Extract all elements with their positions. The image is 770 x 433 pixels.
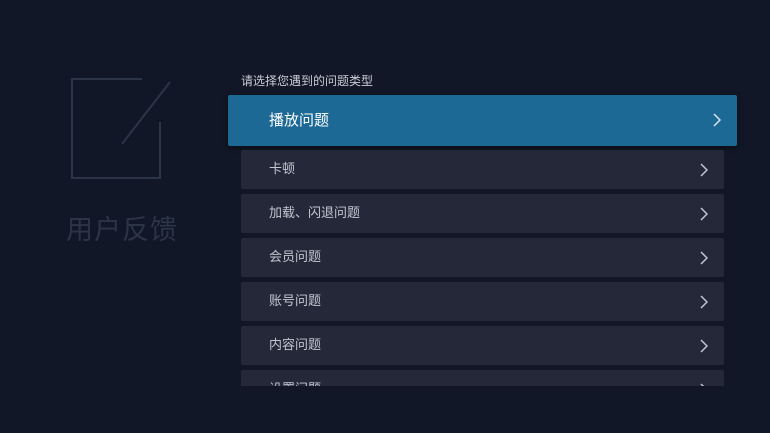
issue-item-label: 设置问题 bbox=[269, 370, 321, 386]
issue-item-settings[interactable]: 设置问题 bbox=[241, 370, 724, 386]
issue-item-loading-crash[interactable]: 加载、闪退问题 bbox=[241, 194, 724, 233]
issue-item-playback[interactable]: 播放问题 bbox=[228, 95, 737, 146]
issue-item-membership[interactable]: 会员问题 bbox=[241, 238, 724, 277]
chevron-right-icon bbox=[700, 339, 708, 353]
list-bottom-mask bbox=[0, 386, 770, 433]
issue-item-label: 加载、闪退问题 bbox=[269, 206, 361, 221]
issue-item-label: 播放问题 bbox=[269, 111, 330, 129]
chevron-right-icon bbox=[713, 113, 721, 127]
issue-item-account[interactable]: 账号问题 bbox=[241, 282, 724, 321]
issue-type-list: 播放问题 卡顿 加载、闪退问题 会员问题 账号问题 内容问题 bbox=[0, 0, 770, 386]
chevron-right-icon bbox=[700, 295, 708, 309]
issue-item-content[interactable]: 内容问题 bbox=[241, 326, 724, 365]
issue-item-stutter[interactable]: 卡顿 bbox=[241, 150, 724, 189]
issue-item-label: 账号问题 bbox=[269, 294, 322, 309]
issue-item-label: 会员问题 bbox=[269, 250, 322, 265]
chevron-right-icon bbox=[700, 207, 708, 221]
issue-item-label: 内容问题 bbox=[269, 338, 322, 353]
issue-item-label: 卡顿 bbox=[269, 162, 296, 177]
chevron-right-icon bbox=[700, 163, 708, 177]
chevron-right-icon bbox=[700, 251, 708, 265]
feedback-screen: 用户反馈 请选择您遇到的问题类型 播放问题 卡顿 加载、闪退问题 会员问题 账号… bbox=[0, 0, 770, 433]
